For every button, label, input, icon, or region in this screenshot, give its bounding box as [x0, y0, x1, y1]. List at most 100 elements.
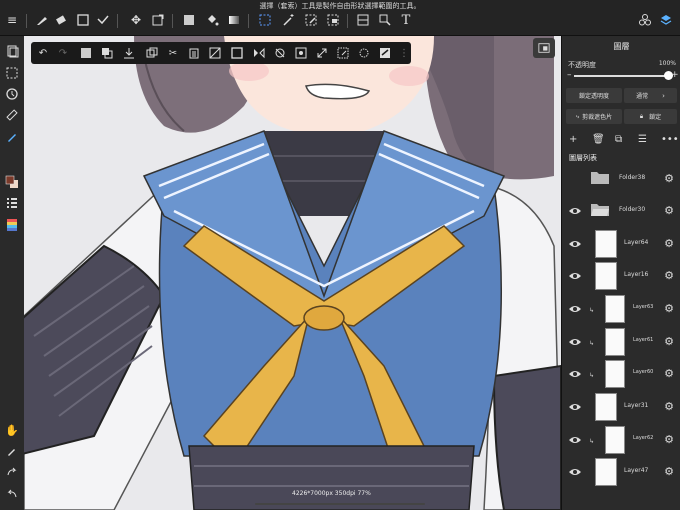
- select-pen-icon[interactable]: [302, 11, 320, 29]
- gear-icon[interactable]: ⚙: [664, 465, 674, 478]
- ruler-icon[interactable]: [3, 106, 21, 124]
- layers-icon[interactable]: [657, 11, 675, 29]
- layer-name: Layer16: [624, 271, 649, 278]
- brush-list-icon[interactable]: [3, 194, 21, 212]
- scale-icon[interactable]: [314, 45, 330, 61]
- layer-row[interactable]: ↳ Layer60 ⚙: [564, 358, 679, 390]
- layer-row[interactable]: ↳ Layer62 ⚙: [564, 424, 679, 456]
- more-options-icon[interactable]: •••: [661, 134, 679, 145]
- selection-pen-icon[interactable]: [335, 45, 351, 61]
- eye-icon[interactable]: [568, 400, 582, 414]
- import-icon[interactable]: [121, 45, 137, 61]
- layer-row[interactable]: Layer47 ⚙: [564, 456, 679, 488]
- layers-panel: 圖層 不透明度 100% – + 鎖定透明度 通常 › ⤷ 剪裁遮色片 🔒︎ 鎖…: [561, 36, 680, 510]
- clipping-mask-button[interactable]: ⤷ 剪裁遮色片: [566, 109, 622, 124]
- clear-icon[interactable]: [207, 45, 223, 61]
- gear-icon[interactable]: ⚙: [664, 400, 674, 413]
- drawing-canvas[interactable]: [24, 36, 561, 510]
- gear-icon[interactable]: ⚙: [664, 433, 674, 446]
- gear-icon[interactable]: ⚙: [664, 172, 674, 185]
- deselect-icon[interactable]: [78, 45, 94, 61]
- layer-row[interactable]: Folder38 ⚙: [564, 163, 679, 195]
- eraser-icon[interactable]: [52, 11, 70, 29]
- layer-row[interactable]: Folder30 ⚙: [564, 195, 679, 227]
- layer-row[interactable]: ↳ Layer63 ⚙: [564, 293, 679, 325]
- layer-list-title: 圖層列表: [569, 154, 597, 162]
- gear-icon[interactable]: ⚙: [664, 367, 674, 380]
- gear-icon[interactable]: ⚙: [664, 237, 674, 250]
- undo-icon[interactable]: [3, 485, 21, 503]
- more-icon[interactable]: ⋮: [396, 45, 412, 61]
- undo-icon[interactable]: ↶: [35, 45, 51, 61]
- menu-icon[interactable]: ≡: [3, 11, 21, 29]
- gear-icon[interactable]: ⚙: [664, 335, 674, 348]
- transform-icon[interactable]: [149, 11, 167, 29]
- color-swatch-icon[interactable]: [3, 173, 21, 191]
- copy-icon[interactable]: [144, 45, 160, 61]
- move-icon[interactable]: ✥: [127, 11, 145, 29]
- delete-layer-icon[interactable]: 🗑︎: [592, 134, 605, 145]
- eye-icon[interactable]: [568, 367, 582, 381]
- eye-icon[interactable]: [568, 433, 582, 447]
- paste-icon[interactable]: [186, 45, 202, 61]
- palette-icon[interactable]: [3, 216, 21, 234]
- save-selection-icon[interactable]: [377, 45, 393, 61]
- fill-color-icon[interactable]: [180, 11, 198, 29]
- edit-toolbar: ↶ ↷ ✂ ⋮: [31, 42, 411, 64]
- rotate-disabled-icon[interactable]: [272, 45, 288, 61]
- eye-icon[interactable]: [568, 302, 582, 316]
- lock-alpha-button[interactable]: 鎖定透明度: [566, 88, 622, 103]
- redo-icon[interactable]: ↷: [55, 45, 71, 61]
- eye-icon[interactable]: [568, 237, 582, 251]
- reference-icon[interactable]: [376, 11, 394, 29]
- select-eraser-icon[interactable]: [324, 11, 342, 29]
- eye-icon[interactable]: [568, 204, 582, 218]
- text-tool-icon[interactable]: T: [397, 11, 415, 29]
- frame-divider-icon[interactable]: [354, 11, 372, 29]
- navigator-button[interactable]: [533, 38, 555, 58]
- transform-tool-icon[interactable]: [293, 45, 309, 61]
- layer-row[interactable]: Layer31 ⚙: [564, 391, 679, 423]
- blend-mode-select[interactable]: 通常 ›: [624, 88, 677, 103]
- fill-selection-icon[interactable]: [229, 45, 245, 61]
- eyedropper-icon[interactable]: [3, 442, 21, 460]
- layer-thumbnail: [605, 328, 625, 356]
- rotate-icon[interactable]: [3, 85, 21, 103]
- layer-row[interactable]: ↳ Layer61 ⚙: [564, 326, 679, 358]
- gear-icon[interactable]: ⚙: [664, 204, 674, 217]
- add-layer-icon[interactable]: +: [569, 134, 577, 145]
- layer-thumbnail: [595, 393, 617, 421]
- hand-icon[interactable]: ✋: [3, 421, 21, 439]
- cut-icon[interactable]: ✂: [165, 45, 181, 61]
- opacity-slider[interactable]: [574, 75, 668, 77]
- eye-icon[interactable]: [568, 269, 582, 283]
- select-rect-icon[interactable]: [256, 11, 274, 29]
- magic-wand-icon[interactable]: [279, 11, 297, 29]
- invert-selection-icon[interactable]: [99, 45, 115, 61]
- rectangle-tool-icon[interactable]: [74, 11, 92, 29]
- opacity-increase-button[interactable]: +: [671, 70, 679, 80]
- flip-icon[interactable]: [251, 45, 267, 61]
- selection-layer-icon[interactable]: [3, 64, 21, 82]
- smudge-icon[interactable]: [94, 11, 112, 29]
- lock-button[interactable]: 🔒︎ 鎖定: [624, 109, 677, 124]
- lasso-icon[interactable]: [356, 45, 372, 61]
- layer-list-icon[interactable]: ☰: [638, 134, 647, 145]
- layer-name: Layer47: [624, 467, 649, 474]
- eye-icon[interactable]: [568, 335, 582, 349]
- eye-icon[interactable]: [568, 465, 582, 479]
- duplicate-layer-icon[interactable]: ⧉: [615, 134, 622, 145]
- redo-icon[interactable]: [3, 463, 21, 481]
- opacity-decrease-button[interactable]: –: [567, 70, 572, 80]
- gear-icon[interactable]: ⚙: [664, 302, 674, 315]
- folder-open-icon: [591, 204, 609, 216]
- gear-icon[interactable]: ⚙: [664, 269, 674, 282]
- materials-icon[interactable]: [636, 11, 654, 29]
- pages-icon[interactable]: [3, 42, 21, 60]
- layer-row[interactable]: Layer64 ⚙: [564, 228, 679, 260]
- pen-settings-icon[interactable]: [3, 128, 21, 146]
- brush-icon[interactable]: [33, 11, 51, 29]
- gradient-icon[interactable]: [225, 11, 243, 29]
- bucket-icon[interactable]: [203, 11, 221, 29]
- layer-row[interactable]: Layer16 ⚙: [564, 260, 679, 292]
